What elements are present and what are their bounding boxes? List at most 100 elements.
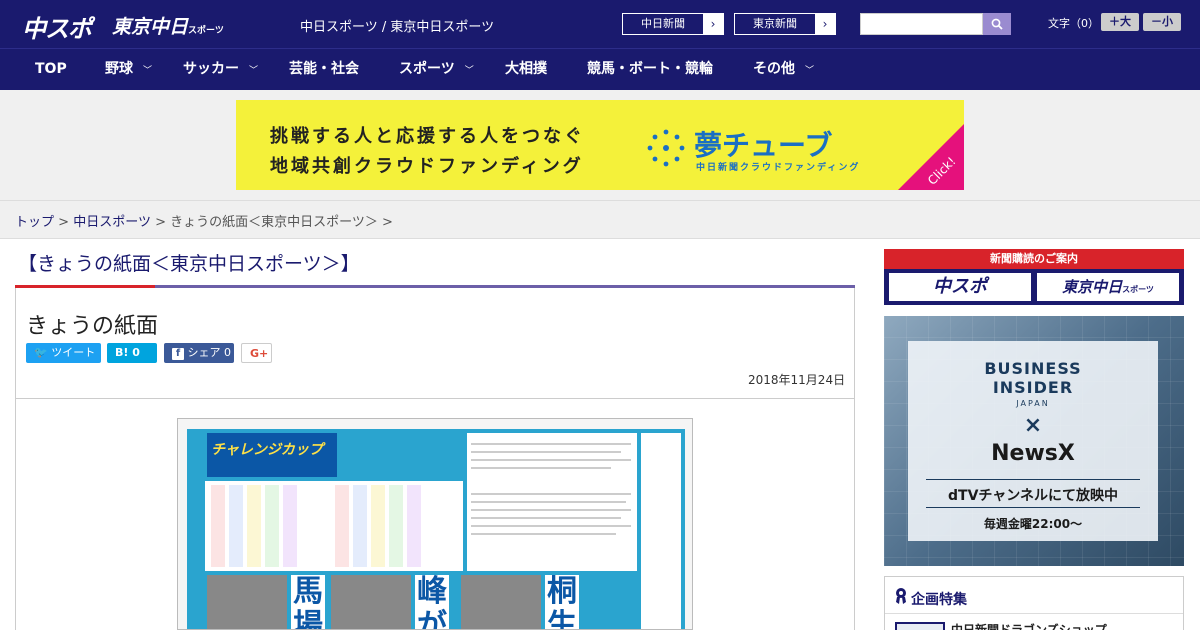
text-line (471, 451, 621, 453)
table-column (265, 485, 279, 567)
feature-title: 企画特集 (911, 592, 967, 608)
chevron-down-icon: ﹀ (805, 66, 815, 76)
dots-logo-icon (647, 129, 685, 167)
newspaper-front-page-image[interactable]: チャレンジカップ 馬場 峰が 桐生 (177, 418, 693, 630)
newspaper-race-table (205, 481, 463, 571)
article-title: きょうの紙面 (26, 314, 159, 339)
font-size-decrease-button[interactable]: －小 (1143, 13, 1181, 31)
breadcrumb-chunichi-link[interactable]: 中日スポーツ (73, 215, 151, 230)
tweet-button[interactable]: 🐦 ツイート (26, 343, 101, 363)
ad-cross: × (1023, 413, 1043, 438)
facebook-share-button[interactable]: f シェア 0 (164, 343, 234, 363)
ad-title-line-1: BUSINESS (984, 359, 1082, 378)
ad-card: BUSINESS INSIDER JAPAN × NewsX dTVチャンネルにて… (908, 341, 1158, 541)
tokyo-shimbun-link[interactable]: 東京新聞 › (734, 13, 836, 35)
racer-name-3: 桐生 (545, 575, 579, 629)
breadcrumb-bar: トップ > 中日スポーツ > きょうの紙面＜東京中日スポーツ＞ > (0, 200, 1200, 239)
breadcrumb-top-link[interactable]: トップ (15, 215, 54, 230)
facebook-icon: f (172, 348, 184, 360)
article-date: 2018年11月24日 (748, 373, 846, 387)
ad-dtv-text: dTVチャンネルにて放映中 (948, 488, 1118, 504)
subscribe-chuspo-link[interactable]: 中スポ (889, 273, 1031, 301)
search-input[interactable] (860, 13, 983, 35)
font-size-increase-button[interactable]: ＋大 (1101, 13, 1139, 31)
racer-photo (207, 575, 287, 629)
subscribe-tokyo-chunichi-link[interactable]: 東京中日スポーツ (1037, 273, 1179, 301)
ad-subtitle: JAPAN (1016, 399, 1050, 408)
crowdfunding-banner[interactable]: 挑戦する人と応援する人をつなぐ 地域共創クラウドファンディング 夢チューブ 中日… (236, 100, 964, 190)
banner-subtitle: 中日新聞クラウドファンディング (696, 163, 861, 173)
page-heading: 【きょうの紙面＜東京中日スポーツ＞】 (18, 253, 360, 275)
google-plus-button[interactable]: G+ (241, 343, 272, 363)
chevron-down-icon: ﹀ (249, 66, 259, 76)
site-names: 中日スポーツ / 東京中日スポーツ (300, 20, 495, 35)
yume-tube-logo: 夢チューブ (694, 129, 833, 162)
text-line (471, 493, 631, 495)
nav-top[interactable]: TOP (35, 49, 67, 91)
subscription-title: 新聞購読のご案内 (884, 249, 1184, 269)
breadcrumb-separator: > (382, 215, 393, 230)
nav-soccer[interactable]: サッカー ﹀ (183, 49, 258, 91)
tokyo-shimbun-label: 東京新聞 (735, 14, 815, 34)
table-column (407, 485, 421, 567)
chuspo-logo[interactable]: 中スポ (22, 9, 92, 44)
racer-name-1: 馬場 (291, 575, 325, 629)
table-column (229, 485, 243, 567)
table-column (211, 485, 225, 567)
search-button[interactable] (983, 13, 1011, 35)
ad-schedule-text: 毎週金曜22:00〜 (983, 517, 1083, 531)
breadcrumb: トップ > 中日スポーツ > きょうの紙面＜東京中日スポーツ＞ > (15, 211, 393, 230)
text-line (471, 467, 611, 469)
banner-line-1: 挑戦する人と応援する人をつなぐ (270, 126, 585, 147)
feature-box: 企画特集 中日新聞ドラゴンズショップ (884, 576, 1184, 630)
nav-soccer-label: サッカー (183, 61, 239, 77)
nav-entertainment-label: 芸能・社会 (289, 61, 359, 77)
feature-item-link[interactable]: 中日新聞ドラゴンズショップ (951, 621, 1107, 630)
breadcrumb-separator: > (58, 215, 70, 230)
chunichi-shimbun-link[interactable]: 中日新聞 › (622, 13, 724, 35)
nav-racing[interactable]: 競馬・ボート・競輪 (587, 49, 713, 91)
newspaper-page: チャレンジカップ 馬場 峰が 桐生 (187, 429, 685, 629)
tokyo-logo-suffix: スポーツ (188, 26, 224, 36)
ad-title-line-2: INSIDER (992, 378, 1074, 397)
table-column (371, 485, 385, 567)
feature-thumbnail[interactable] (895, 622, 945, 630)
hatena-bookmark-button[interactable]: B! 0 (107, 343, 157, 363)
nav-entertainment[interactable]: 芸能・社会 (289, 49, 359, 91)
breadcrumb-current: きょうの紙面＜東京中日スポーツ＞ (170, 215, 378, 230)
chevron-down-icon: ﹀ (143, 66, 153, 76)
chevron-right-icon: › (710, 17, 716, 31)
nav-sports[interactable]: スポーツ ﹀ (399, 49, 474, 91)
article-divider (16, 398, 854, 399)
nav-sumo[interactable]: 大相撲 (505, 49, 547, 91)
nav-other[interactable]: その他 ﹀ (753, 49, 814, 91)
racer-name-2: 峰が (415, 575, 449, 629)
ad-title: BUSINESS INSIDER (908, 359, 1158, 397)
nav-baseball[interactable]: 野球 ﹀ (105, 49, 152, 91)
nav-baseball-label: 野球 (105, 61, 133, 77)
business-insider-ad[interactable]: BUSINESS INSIDER JAPAN × NewsX dTVチャンネルにて… (884, 316, 1184, 566)
facebook-share-label: シェア 0 (187, 346, 232, 359)
table-column (389, 485, 403, 567)
ad-divider (926, 479, 1140, 480)
subscribe-tokyo-label: 東京中日 (1062, 278, 1123, 296)
table-column (247, 485, 261, 567)
newspaper-headline: チャレンジカップ (211, 442, 323, 458)
text-line (471, 533, 616, 535)
table-column (353, 485, 367, 567)
text-line (471, 443, 631, 445)
font-size-label: 文字（0） (1048, 17, 1099, 30)
tokyo-chunichi-logo[interactable]: 東京中日スポーツ (112, 12, 224, 39)
text-line (471, 509, 631, 511)
nav-top-label: TOP (35, 61, 67, 77)
top-header: 中スポ 東京中日スポーツ 中日スポーツ / 東京中日スポーツ 中日新聞 › 東京… (0, 0, 1200, 48)
newspaper-side-strip (187, 429, 203, 629)
tokyo-logo-text: 東京中日 (112, 16, 189, 38)
chevron-down-icon: ﹀ (464, 66, 474, 76)
subscribe-tokyo-suffix: スポーツ (1122, 285, 1154, 294)
main-nav: TOP 野球 ﹀ サッカー ﹀ 芸能・社会 スポーツ ﹀ 大相撲 競馬・ボート・競輪 … (0, 48, 1200, 90)
ad-divider (926, 507, 1140, 508)
newspaper-text-block (467, 433, 637, 571)
text-line (471, 517, 621, 519)
breadcrumb-separator: > (155, 215, 166, 230)
